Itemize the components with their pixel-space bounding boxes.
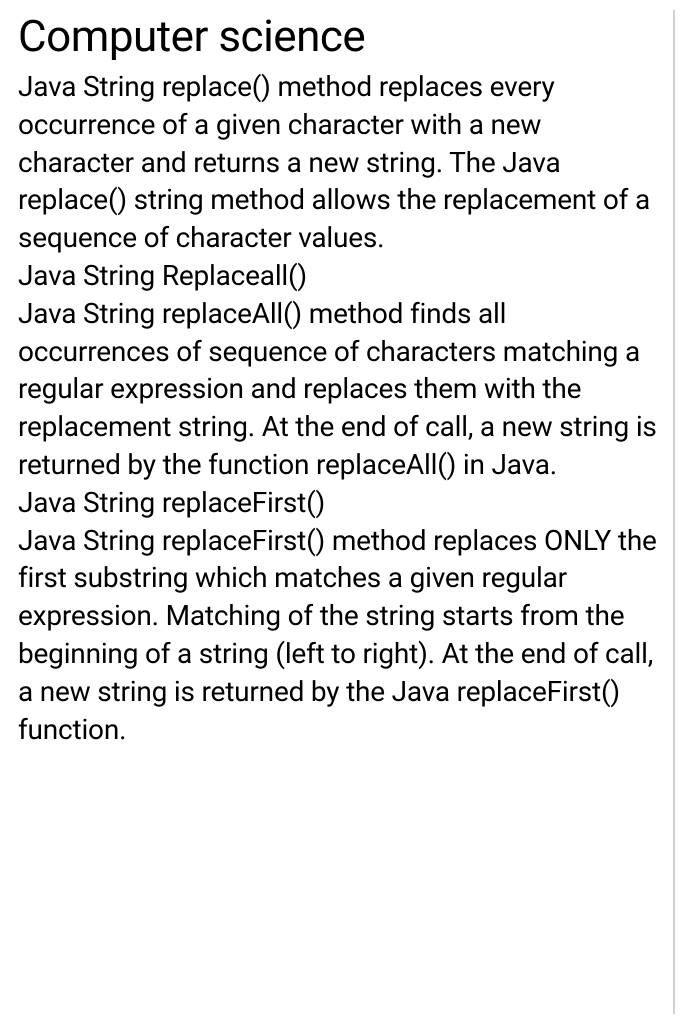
document-content: Computer science Java String replace() m… xyxy=(18,10,675,1014)
document-body: Java String replace() method replaces ev… xyxy=(18,68,659,748)
document-title: Computer science xyxy=(18,10,659,62)
